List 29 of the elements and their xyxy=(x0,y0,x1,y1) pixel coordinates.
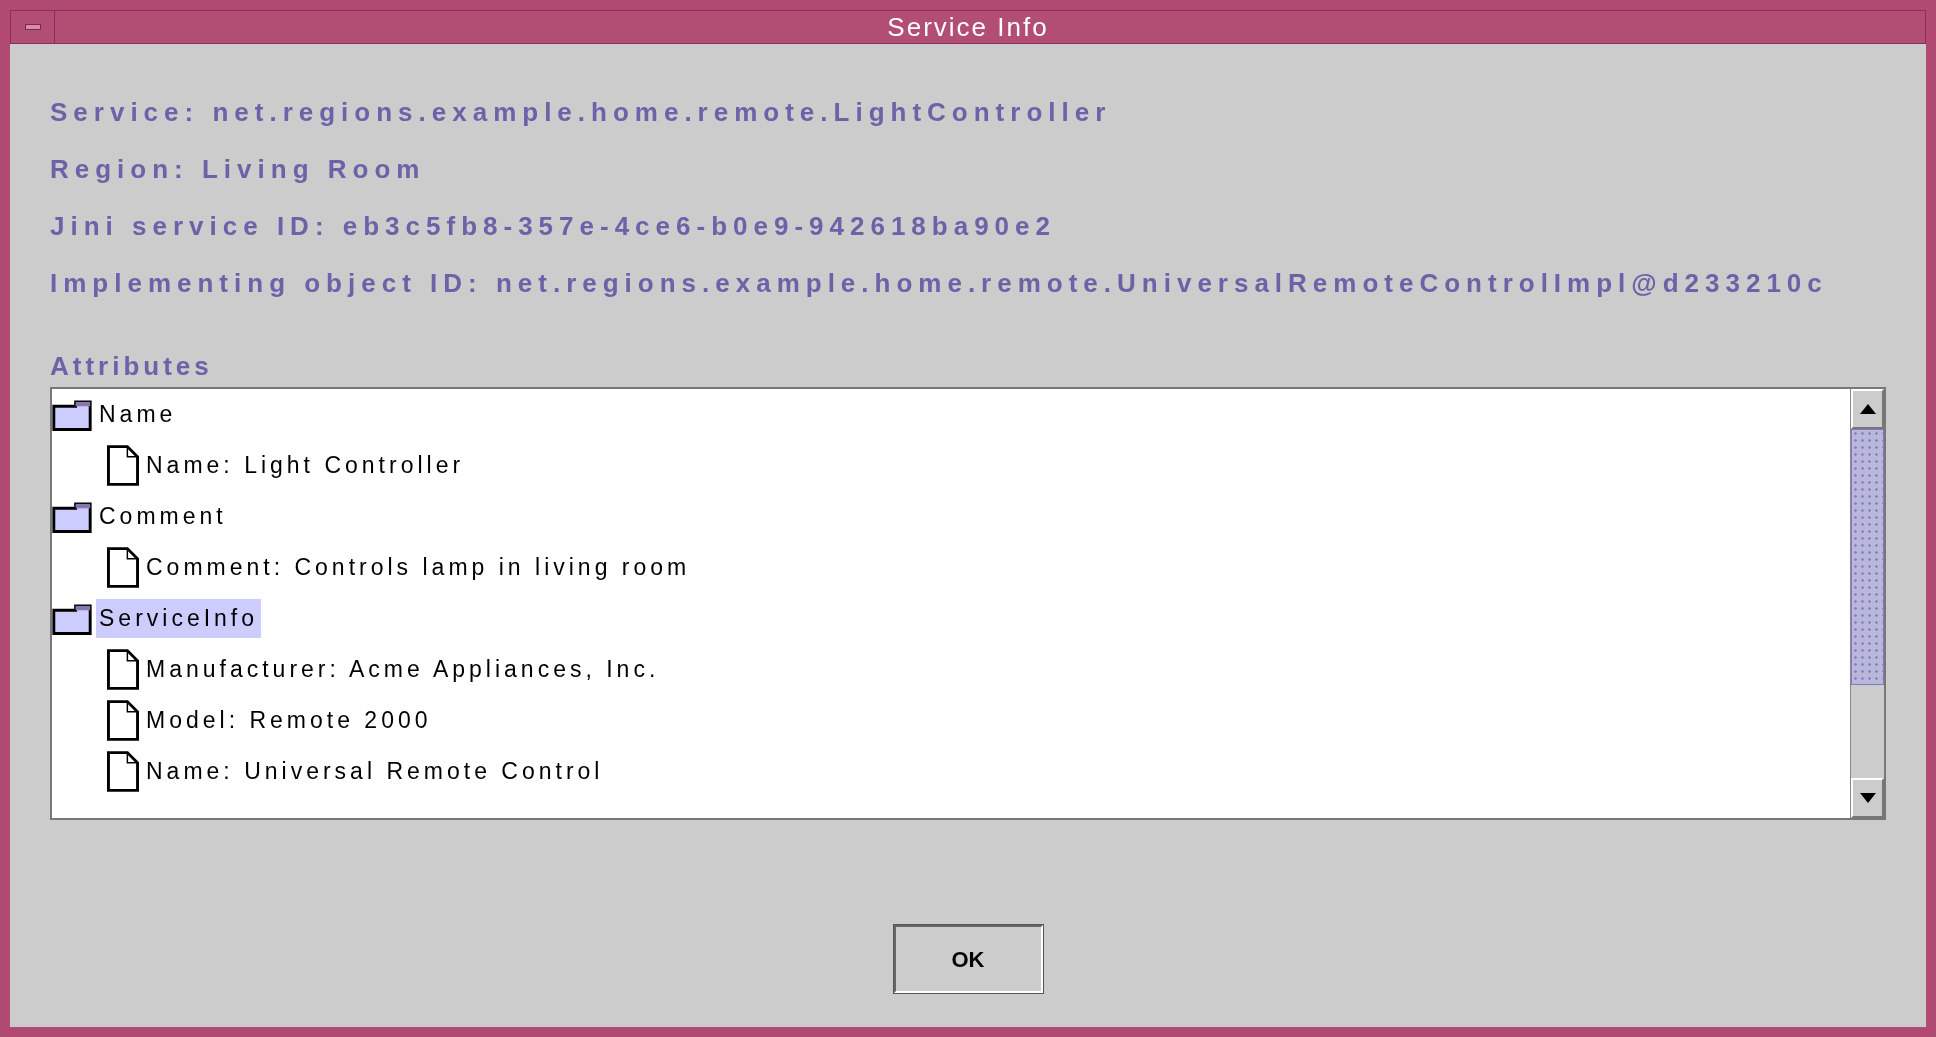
scroll-thumb[interactable] xyxy=(1851,429,1884,685)
scroll-up-button[interactable] xyxy=(1851,389,1884,429)
file-icon xyxy=(107,751,139,792)
down-arrow-icon xyxy=(1859,793,1876,803)
ok-button[interactable]: OK xyxy=(893,925,1043,993)
tree-item[interactable]: Name: Light Controller xyxy=(143,446,468,485)
info-text: Jini service ID: eb3c5fb8-357e-4ce6-b0e9-942618ba90e2 xyxy=(50,214,1057,239)
folder-icon xyxy=(52,500,92,533)
tree-item[interactable]: Name xyxy=(96,395,180,434)
section-label: Attributes xyxy=(50,354,214,379)
scrollbar[interactable] xyxy=(1850,389,1884,818)
folder-icon xyxy=(52,602,92,635)
tree-item[interactable]: Comment: Controls lamp in living room xyxy=(143,548,694,587)
up-arrow-icon xyxy=(1859,404,1876,414)
info-text: Service: net.regions.example.home.remote.LightController xyxy=(50,100,1113,125)
info-text: Region: Living Room xyxy=(50,157,427,182)
window-title: Service Info xyxy=(886,10,1050,44)
tree-item[interactable]: Manufacturer: Acme Appliances, Inc. xyxy=(143,650,663,689)
tree-item[interactable]: Model: Remote 2000 xyxy=(143,701,435,740)
tree-item[interactable]: ServiceInfo xyxy=(96,599,262,638)
file-icon xyxy=(107,700,139,741)
file-icon xyxy=(107,445,139,486)
folder-icon xyxy=(52,398,92,431)
file-icon xyxy=(107,649,139,690)
info-text: Implementing object ID: net.regions.example.home.remote.UniversalRemoteControlImpl@d233210c xyxy=(50,271,1829,296)
file-icon xyxy=(107,547,139,588)
tree-item[interactable]: Name: Universal Remote Control xyxy=(143,752,607,791)
scroll-down-button[interactable] xyxy=(1851,778,1884,818)
tree-item[interactable]: Comment xyxy=(96,497,230,536)
